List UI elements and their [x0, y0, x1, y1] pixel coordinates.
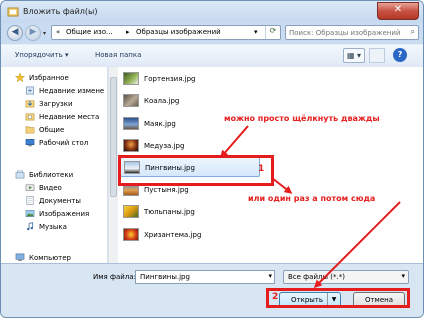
- documents-icon: [26, 196, 34, 205]
- annotation-double-click: можно просто щёлкнуть дважды: [224, 114, 380, 123]
- star-icon: [15, 73, 25, 82]
- annotation-marker-1: 1: [258, 164, 265, 174]
- image-thumbnail: [123, 139, 139, 152]
- command-toolbar: Упорядочить ▾ Новая папка ▦ ▾ ?: [1, 44, 423, 68]
- preview-pane-icon[interactable]: [369, 48, 385, 63]
- close-icon: ✕: [393, 4, 403, 15]
- images-icon: [25, 210, 35, 217]
- address-dropdown-icon[interactable]: ▾: [254, 28, 258, 36]
- file-name: Медуза.jpg: [144, 142, 185, 150]
- organize-button[interactable]: Упорядочить ▾: [15, 51, 69, 59]
- sidebar-item-label: Рабочий стол: [39, 139, 89, 147]
- refresh-icon[interactable]: ⟳: [265, 26, 280, 39]
- file-type-filter-value: Все файлы (*.*): [288, 273, 345, 281]
- breadcrumb-separator-icon[interactable]: ▸: [126, 28, 130, 36]
- video-icon: [25, 184, 35, 191]
- file-name-label: Имя файла:: [93, 273, 136, 281]
- address-bar[interactable]: « Общие изо... ▸ Образцы изображений ▾ ⟳: [51, 25, 281, 40]
- downloads-icon: [25, 100, 35, 108]
- file-name: Тюльпаны.jpg: [144, 208, 195, 216]
- recent-places-icon: [25, 113, 35, 121]
- penguins-highlight-box: [118, 155, 274, 186]
- title-bar: Вложить файл(ы) ✕: [1, 1, 423, 23]
- navigation-pane: Избранное Недавние измене Загрузки Недав…: [1, 67, 108, 263]
- forward-arrow-icon: ▶: [29, 27, 37, 37]
- sidebar-item-downloads[interactable]: Загрузки: [1, 98, 107, 111]
- file-name: Пустыня.jpg: [144, 186, 189, 194]
- view-options-icon[interactable]: ▦ ▾: [343, 48, 365, 63]
- sidebar-item-video[interactable]: Видео: [1, 182, 107, 195]
- image-thumbnail: [123, 228, 139, 241]
- file-type-filter[interactable]: Все файлы (*.*) ▾: [283, 270, 409, 284]
- computer-icon: [15, 253, 25, 262]
- sidebar-item-label: Видео: [39, 184, 62, 192]
- sidebar-item-label: Библиотеки: [29, 171, 74, 179]
- address-overflow-icon[interactable]: «: [56, 28, 60, 36]
- file-name: Гортензия.jpg: [144, 75, 196, 83]
- file-item-koala[interactable]: Коала.jpg: [120, 91, 260, 111]
- search-icon[interactable]: ⌕: [411, 27, 415, 37]
- file-name: Коала.jpg: [144, 97, 180, 105]
- sidebar-item-label: Музыка: [39, 223, 67, 231]
- back-arrow-icon: ◀: [11, 27, 19, 37]
- scrollbar-thumb[interactable]: [110, 77, 117, 197]
- desktop-icon: [25, 139, 35, 147]
- file-name-input[interactable]: [140, 272, 262, 282]
- recent-changes-icon: [26, 86, 34, 95]
- image-thumbnail: [123, 117, 139, 130]
- navigation-bar: ◀ ▶ ▾ « Общие изо... ▸ Образцы изображен…: [1, 23, 423, 43]
- sidebar-item-documents[interactable]: Документы: [1, 195, 107, 208]
- sidebar-item-recent-places[interactable]: Недавние места: [1, 111, 107, 124]
- file-item-chrysanthemum[interactable]: Хризантема.jpg: [120, 225, 260, 245]
- help-icon[interactable]: ?: [393, 48, 407, 62]
- image-thumbnail: [123, 205, 139, 218]
- file-name: Хризантема.jpg: [144, 231, 202, 239]
- close-button[interactable]: ✕: [377, 2, 419, 20]
- new-folder-button[interactable]: Новая папка: [95, 51, 141, 59]
- dialog-icon: [7, 7, 19, 17]
- sidebar-item-label: Недавние места: [39, 113, 100, 121]
- sidebar-item-label: Избранное: [29, 74, 69, 82]
- sidebar-item-shared[interactable]: Общие: [1, 124, 107, 137]
- open-button-highlight-box: [266, 288, 410, 308]
- file-name-combobox[interactable]: ▾: [135, 270, 275, 284]
- annotation-or-once: или один раз а потом сюда: [248, 194, 376, 203]
- back-button[interactable]: ◀: [7, 25, 23, 41]
- sidebar-item-label: Документы: [39, 197, 81, 205]
- navigation-pane-scrollbar[interactable]: [108, 67, 118, 263]
- chevron-down-icon[interactable]: ▾: [268, 272, 272, 280]
- sidebar-item-label: Загрузки: [39, 100, 73, 108]
- sidebar-item-favorites[interactable]: Избранное: [1, 72, 107, 85]
- libraries-icon: [15, 170, 25, 179]
- sidebar-item-computer[interactable]: Компьютер: [1, 252, 107, 263]
- sidebar-item-recent-changes[interactable]: Недавние измене: [1, 85, 107, 98]
- breadcrumb-sample-pictures[interactable]: Образцы изображений: [136, 28, 221, 36]
- image-thumbnail: [123, 72, 139, 85]
- file-item-tulips[interactable]: Тюльпаны.jpg: [120, 202, 260, 222]
- search-box[interactable]: ⌕: [285, 25, 419, 40]
- file-item-jellyfish[interactable]: Медуза.jpg: [120, 136, 260, 156]
- sidebar-item-images[interactable]: Изображения: [1, 208, 107, 221]
- chevron-down-icon[interactable]: ▾: [401, 272, 405, 280]
- folder-icon: [25, 126, 35, 134]
- sidebar-item-label: Недавние измене: [39, 87, 105, 95]
- search-input[interactable]: [289, 27, 401, 38]
- sidebar-item-desktop[interactable]: Рабочий стол: [1, 137, 107, 150]
- file-name: Маяк.jpg: [144, 120, 176, 128]
- sidebar-item-libraries[interactable]: Библиотеки: [1, 169, 107, 182]
- file-item-hydrangeas[interactable]: Гортензия.jpg: [120, 69, 260, 89]
- music-icon: [27, 222, 34, 231]
- recent-locations-dropdown-icon[interactable]: ▾: [43, 30, 46, 37]
- sidebar-item-label: Компьютер: [29, 254, 71, 262]
- sidebar-item-music[interactable]: Музыка: [1, 221, 107, 234]
- sidebar-item-label: Общие: [39, 126, 65, 134]
- image-thumbnail: [123, 94, 139, 107]
- breadcrumb-shared-images[interactable]: Общие изо...: [66, 28, 113, 36]
- sidebar-item-label: Изображения: [39, 210, 90, 218]
- window-title: Вложить файл(ы): [23, 7, 98, 16]
- annotation-marker-2: 2: [272, 292, 279, 302]
- forward-button[interactable]: ▶: [25, 25, 41, 41]
